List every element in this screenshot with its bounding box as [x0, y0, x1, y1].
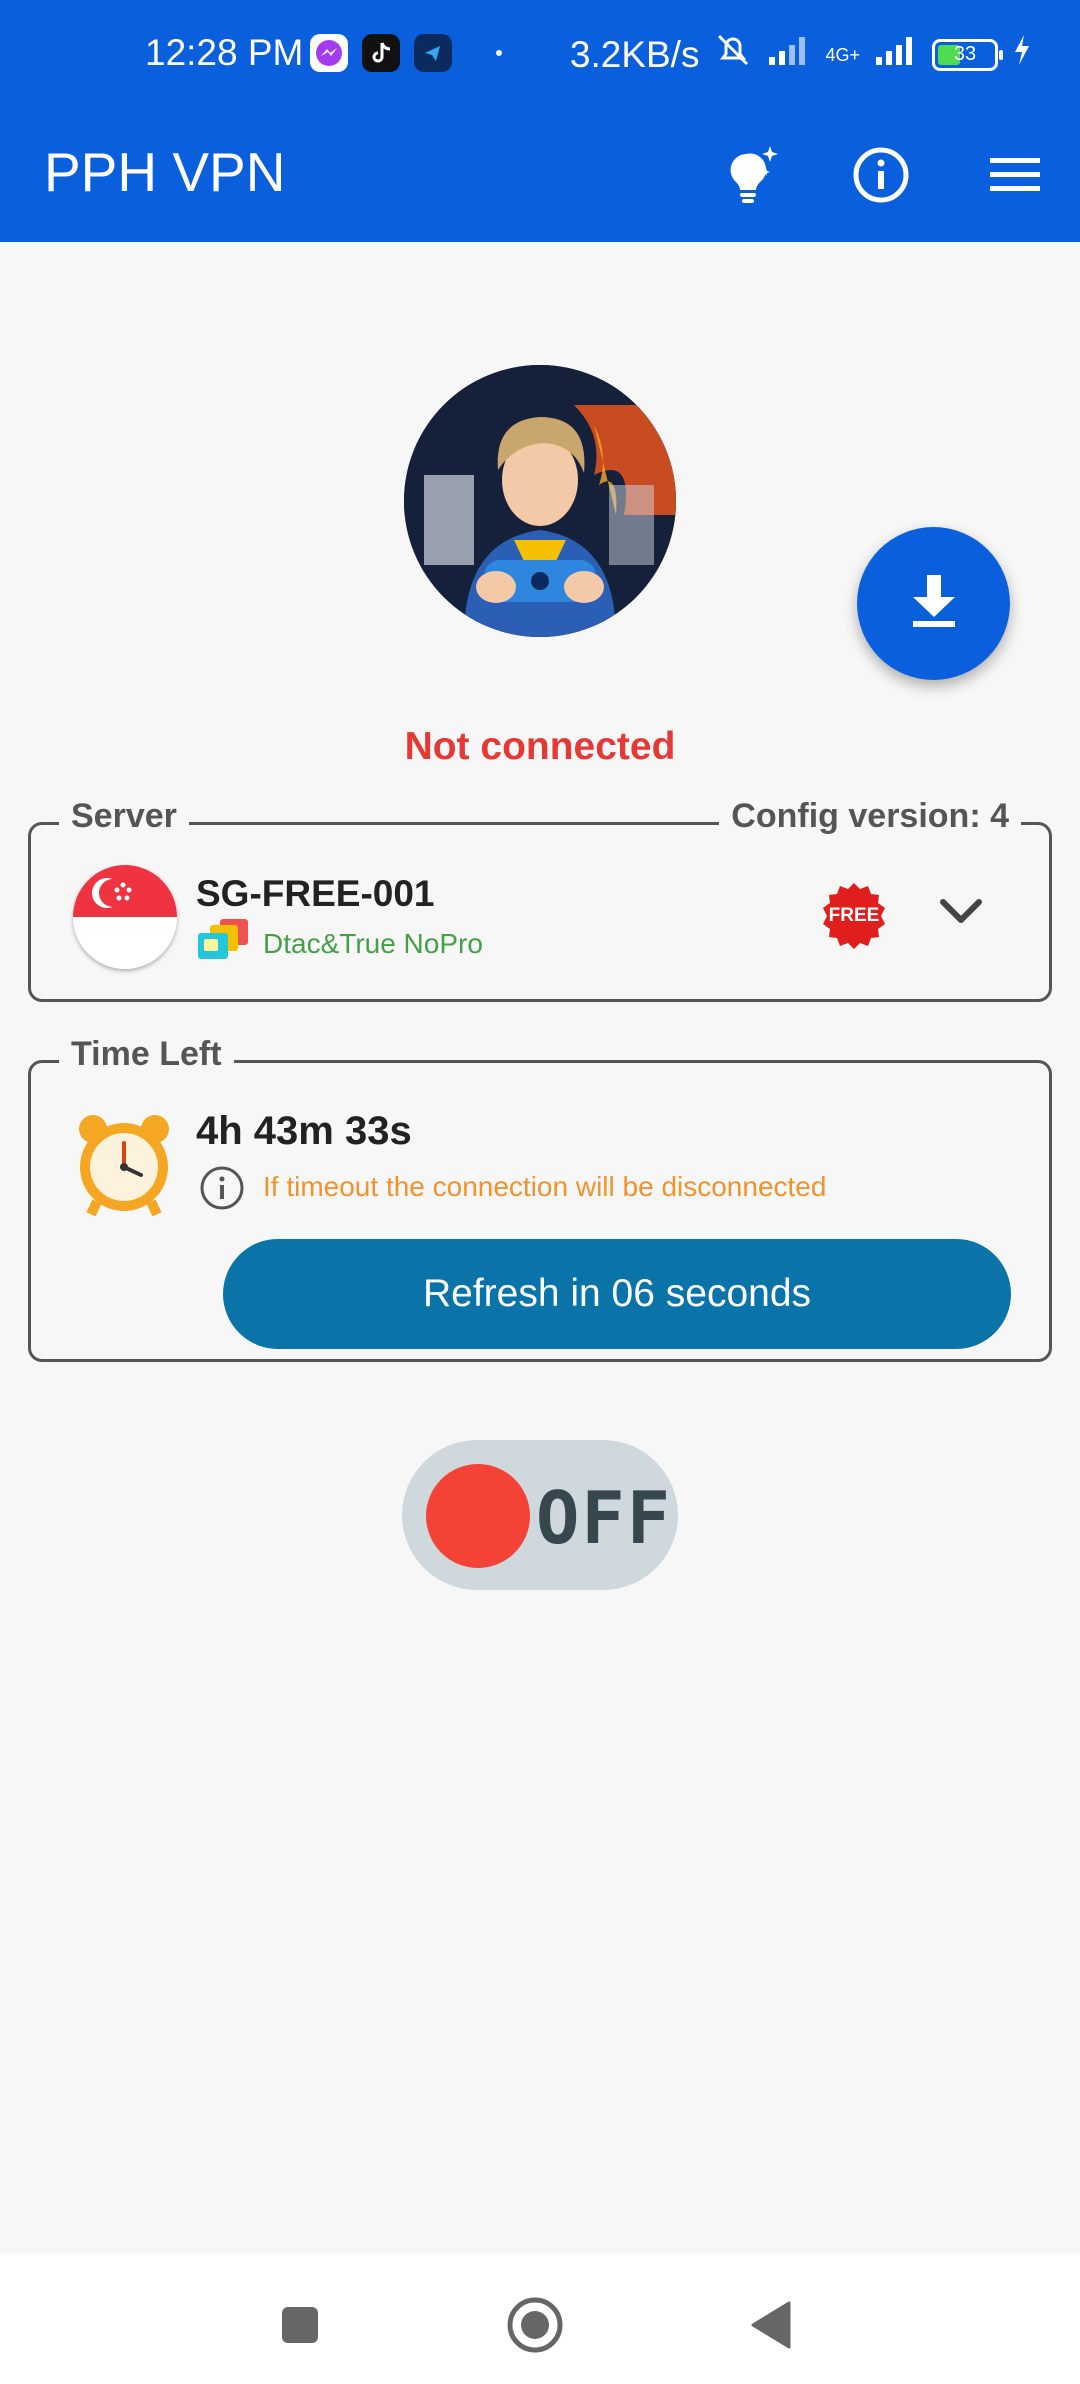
tiktok-icon	[362, 34, 400, 72]
messenger-icon	[310, 34, 348, 72]
app-bar: PPH VPN	[0, 110, 1080, 242]
download-icon	[907, 571, 961, 636]
menu-icon[interactable]	[970, 130, 1060, 220]
server-sub-label: Dtac&True NoPro	[263, 928, 483, 959]
singapore-flag-icon	[73, 865, 177, 969]
charging-icon	[1012, 33, 1032, 76]
network-type-label: 4G+	[825, 44, 860, 65]
connect-toggle[interactable]: OFF	[402, 1440, 678, 1590]
toggle-knob	[426, 1464, 530, 1568]
app-title: PPH VPN	[44, 141, 286, 203]
lightbulb-icon[interactable]	[706, 130, 796, 220]
time-left-legend: Time Left	[59, 1035, 234, 1074]
config-version: Config version: 4	[719, 797, 1021, 836]
server-card[interactable]: Server Config version: 4 SG-FREE-001 Dta…	[28, 797, 1052, 1002]
svg-text:FREE: FREE	[829, 905, 880, 926]
notification-icons	[310, 34, 502, 72]
toggle-label: OFF	[536, 1476, 673, 1560]
info-circle-icon	[199, 1165, 245, 1211]
home-button[interactable]	[500, 2290, 570, 2360]
signal-icon-2	[874, 33, 918, 76]
alarm-clock-icon	[69, 1109, 179, 1219]
download-button[interactable]	[857, 527, 1010, 680]
server-legend: Server	[59, 797, 189, 836]
more-notifications-dot	[496, 50, 502, 56]
time-left-value: 4h 43m 33s	[196, 1109, 412, 1153]
sim-card-icon	[196, 917, 252, 963]
time-left-card: Time Left 4h 43m 33s If timeout the conn…	[28, 1035, 1052, 1362]
server-name: SG-FREE-001	[196, 873, 435, 914]
battery-icon: 33	[932, 38, 1003, 71]
system-nav-bar	[0, 2254, 1080, 2384]
status-time: 12:28 PM	[145, 32, 304, 73]
refresh-button[interactable]: Refresh in 06 seconds	[223, 1239, 1011, 1349]
net-speed: 3.2KB/s	[569, 33, 700, 75]
timeout-note: If timeout the connection will be discon…	[263, 1171, 827, 1202]
back-button[interactable]	[736, 2290, 806, 2360]
signal-icon	[767, 33, 811, 76]
telegram-icon	[414, 34, 452, 72]
connection-status: Not connected	[404, 725, 676, 768]
battery-level: 33	[953, 43, 977, 65]
info-icon[interactable]	[836, 130, 926, 220]
status-right: 3.2KB/s 4G+ 33	[570, 30, 1032, 79]
recents-button[interactable]	[265, 2290, 335, 2360]
mute-bell-icon	[713, 30, 753, 79]
profile-avatar	[404, 365, 676, 637]
free-badge-icon: FREE	[819, 881, 889, 951]
status-bar: 12:28 PM 3.2KB/s 4G+ 33	[0, 0, 1080, 110]
chevron-down-icon[interactable]	[931, 881, 991, 941]
